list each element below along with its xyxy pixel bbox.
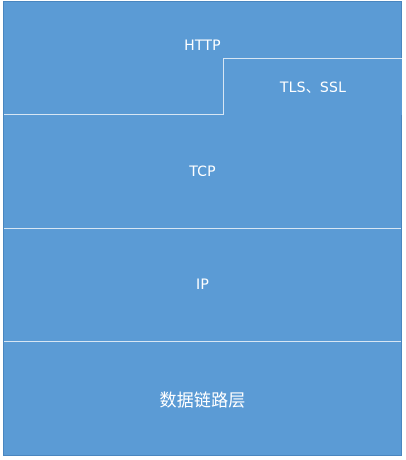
ip-layer-label: IP xyxy=(196,277,209,293)
protocol-stack-diagram: HTTP TLS、SSL TCP IP 数据链路层 xyxy=(3,1,402,456)
http-layer: HTTP TLS、SSL xyxy=(4,2,402,115)
ip-layer: IP xyxy=(4,229,401,342)
tcp-layer: TCP xyxy=(4,115,401,229)
tls-ssl-layer-label: TLS、SSL xyxy=(279,80,347,96)
data-link-layer-label: 数据链路层 xyxy=(159,391,246,411)
http-layer-label: HTTP xyxy=(184,38,221,54)
tls-ssl-layer: TLS、SSL xyxy=(223,58,402,115)
tcp-layer-label: TCP xyxy=(189,163,216,180)
data-link-layer: 数据链路层 xyxy=(4,342,401,455)
